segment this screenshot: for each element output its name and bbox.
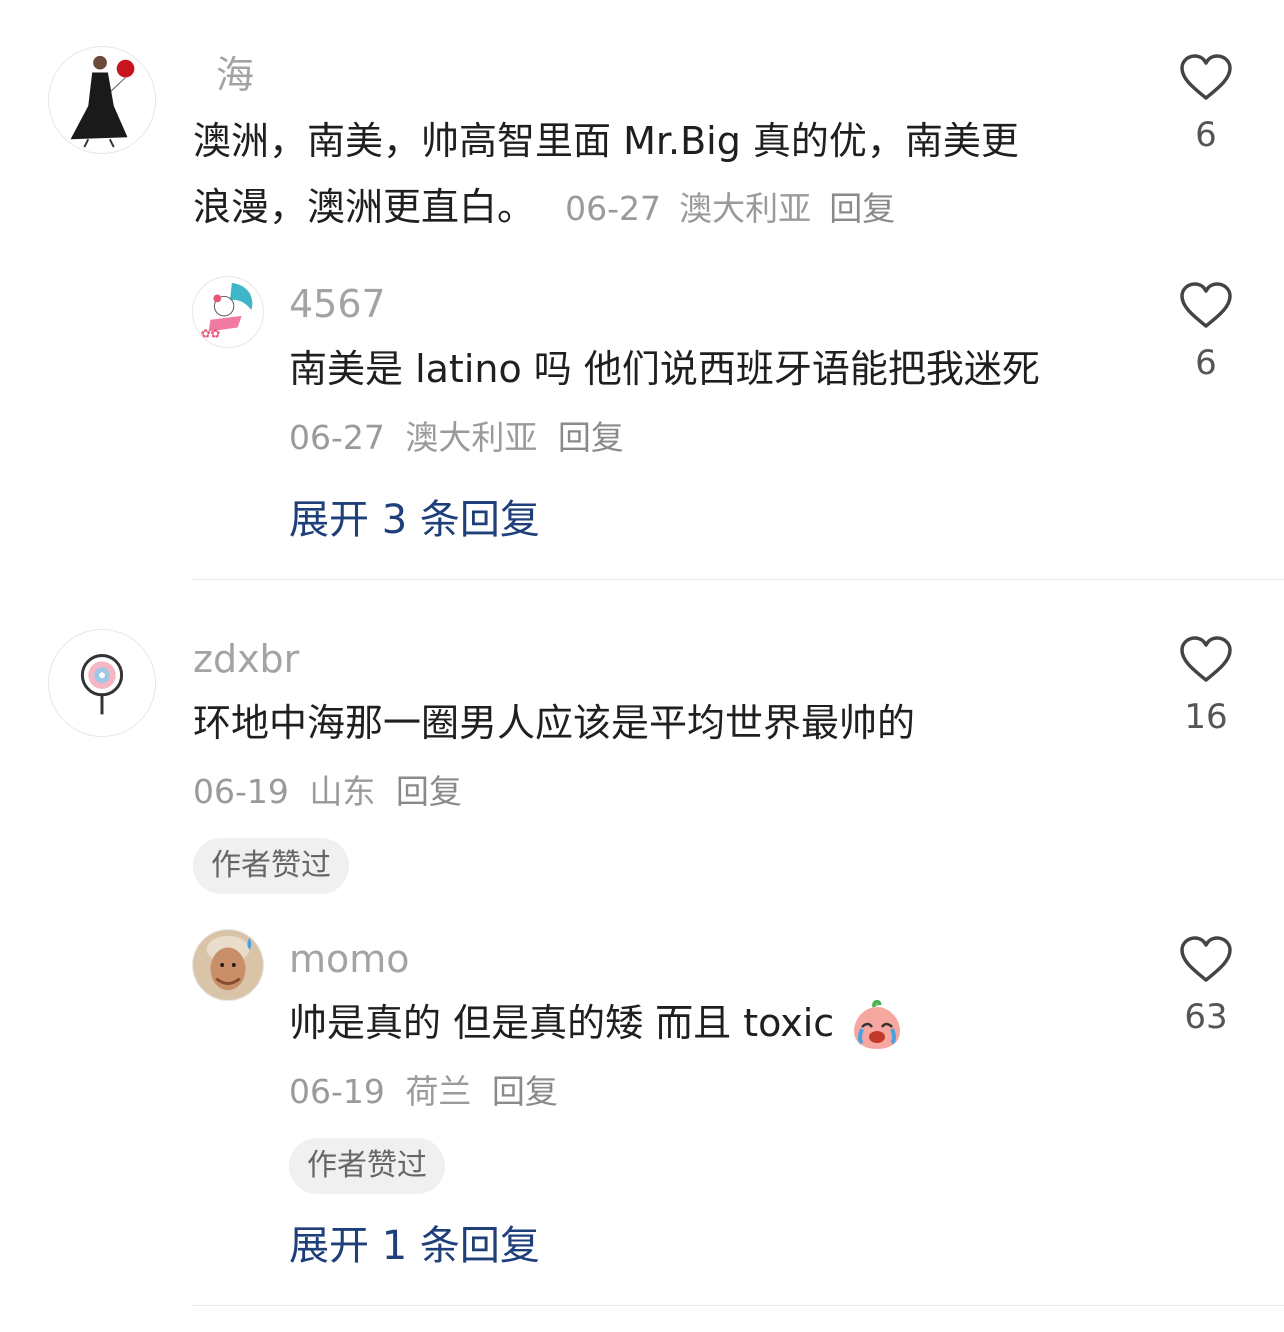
heart-icon [1180,54,1232,100]
reply-button[interactable]: 回复 [492,1072,558,1111]
like-button[interactable]: 16 [1176,636,1236,734]
hello-kitty-surfing-avatar-icon: ✿✿ [193,277,263,347]
comment-location: 澳大利亚 [679,189,812,228]
reply-button[interactable]: 回复 [558,418,624,457]
reply-meta: 06-27 澳大利亚 回复 [289,421,634,454]
reply-text-content: 帅是真的 但是真的矮 而且 toxic [289,1001,835,1045]
comment-text-line: 浪漫，澳洲更直白。 06-27 澳大利亚 回复 [193,174,1019,242]
expand-replies-button[interactable]: 展开 3 条回复 [289,500,540,540]
username[interactable]: momo [289,940,410,978]
reply-date: 06-19 [289,1072,385,1111]
author-liked-badge: 作者赞过 [193,838,349,894]
heart-icon [1180,936,1232,982]
like-count: 6 [1195,343,1217,383]
svg-text:✿✿: ✿✿ [201,326,221,340]
like-button[interactable]: 6 [1176,54,1236,152]
username[interactable]: 海 [216,56,254,94]
like-count: 63 [1184,997,1228,1037]
divider [192,579,1284,580]
heart-icon [1180,636,1232,682]
crying-peach-emoji-icon [854,999,901,1049]
reply-meta: 06-19 荷兰 回复 [289,1075,568,1108]
username[interactable]: zdxbr [193,640,299,678]
expand-replies-button[interactable]: 展开 1 条回复 [289,1226,540,1266]
reply-date: 06-27 [289,418,385,457]
like-count: 6 [1195,115,1217,155]
comment-location: 山东 [309,772,376,811]
reply-button[interactable]: 回复 [396,772,462,811]
reply-button[interactable]: 回复 [829,189,895,228]
reply-text: 帅是真的 但是真的矮 而且 toxic [289,990,904,1056]
lollipop-avatar-icon [49,630,155,736]
comment-meta: 06-19 山东 回复 [193,775,472,808]
like-button[interactable]: 6 [1176,282,1236,380]
avatar[interactable] [192,929,264,1001]
avatar[interactable] [48,629,156,737]
like-button[interactable]: 63 [1176,936,1236,1034]
reply-text: 南美是 latino 吗 他们说西班牙语能把我迷死 [289,347,1040,391]
avatar[interactable]: ✿✿ [192,276,264,348]
author-liked-badge: 作者赞过 [289,1138,445,1194]
reply-location: 荷兰 [405,1072,472,1111]
comment-text: 澳洲，南美，帅高智里面 Mr.Big 真的优，南美更 浪漫，澳洲更直白。 06-… [193,108,1019,242]
heart-icon [1180,282,1232,328]
comment-text: 环地中海那一圈男人应该是平均世界最帅的 [193,701,916,745]
avatar[interactable] [48,46,156,154]
comment-text-line: 澳洲，南美，帅高智里面 Mr.Big 真的优，南美更 [193,119,1019,163]
comment-date: 06-19 [193,772,289,811]
woman-with-heart-balloon-avatar-icon [49,47,155,153]
divider [192,1305,1284,1306]
like-count: 16 [1184,697,1228,737]
comment-date: 06-27 [565,189,661,228]
comment-text-continuation: 浪漫，澳洲更直白。 [193,185,536,229]
username[interactable]: 4567 [289,285,386,323]
reply-location: 澳大利亚 [405,418,538,457]
person-photo-avatar-icon [193,930,263,1000]
